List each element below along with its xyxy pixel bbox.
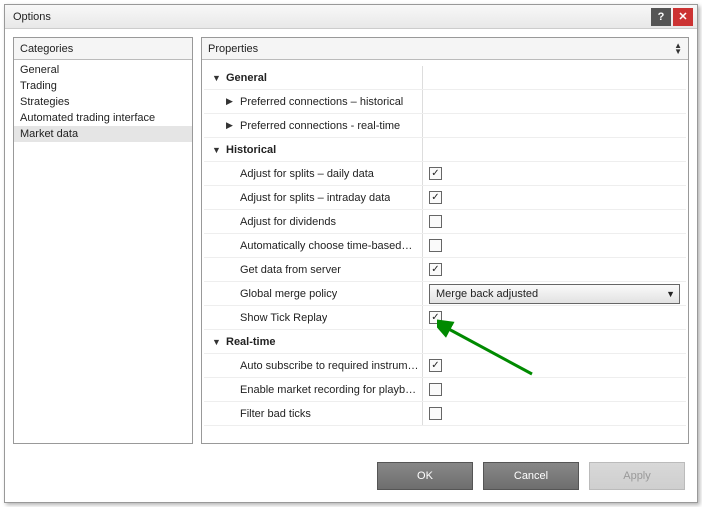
expand-icon: ▼ [212,337,226,347]
dropdown[interactable]: Merge back adjusted ▼ [429,284,680,304]
dialog-title: Options [13,11,649,23]
properties-list: ▼General▶Preferred connections – histori… [202,60,688,443]
dropdown-value: Merge back adjusted [436,288,538,300]
property-label: Adjust for dividends [240,216,336,228]
checkbox[interactable]: ✓ [429,263,442,276]
expand-icon: ▼ [212,145,226,155]
titlebar: Options ? ✕ [5,5,697,29]
property-subgroup: ▶Preferred connections – historical [204,90,686,114]
chevron-down-icon: ▼ [666,289,675,299]
property-label: Get data from server [240,264,341,276]
checkbox[interactable]: ✓ [429,167,442,180]
property-row: Show Tick Replay ✓ [204,306,686,330]
property-row: Auto subscribe to required instrum… ✓ [204,354,686,378]
property-row: Adjust for splits – daily data ✓ [204,162,686,186]
property-row: Get data from server ✓ [204,258,686,282]
property-label: Adjust for splits – daily data [240,168,374,180]
properties-header: Properties ▲ ▼ [202,38,688,60]
property-subgroup: ▶Preferred connections - real-time [204,114,686,138]
property-row: Filter bad ticks [204,402,686,426]
property-row: Automatically choose time-based… [204,234,686,258]
property-label: Show Tick Replay [240,312,327,324]
group-label: Historical [226,144,276,156]
property-row: Global merge policy Merge back adjusted ▼ [204,282,686,306]
expand-icon: ▼ [212,73,226,83]
category-item[interactable]: Trading [14,78,192,94]
categories-list: GeneralTradingStrategiesAutomated tradin… [14,60,192,443]
cancel-button[interactable]: Cancel [483,462,579,490]
ok-button[interactable]: OK [377,462,473,490]
checkbox[interactable]: ✓ [429,359,442,372]
property-row: Enable market recording for playb… [204,378,686,402]
group-label: Real-time [226,336,276,348]
spinner-down-icon[interactable]: ▼ [674,49,682,55]
dialog-footer: OK Cancel Apply [5,452,697,502]
checkbox[interactable] [429,407,442,420]
category-item[interactable]: Market data [14,126,192,142]
category-item[interactable]: Strategies [14,94,192,110]
property-group-header[interactable]: ▼General [204,66,686,90]
property-label: Adjust for splits – intraday data [240,192,390,204]
property-label: Global merge policy [240,288,337,300]
property-group-header[interactable]: ▼Real-time [204,330,686,354]
expand-icon[interactable]: ▶ [226,120,240,131]
categories-header: Categories [14,38,192,60]
close-button[interactable]: ✕ [673,8,693,26]
expand-icon[interactable]: ▶ [226,96,240,107]
checkbox[interactable]: ✓ [429,191,442,204]
category-item[interactable]: Automated trading interface [14,110,192,126]
property-row: Adjust for splits – intraday data ✓ [204,186,686,210]
checkbox[interactable] [429,239,442,252]
properties-panel: Properties ▲ ▼ ▼General▶Preferred connec… [201,37,689,444]
help-button[interactable]: ? [651,8,671,26]
category-item[interactable]: General [14,62,192,78]
properties-header-label: Properties [208,43,258,55]
property-row: Adjust for dividends [204,210,686,234]
options-dialog: Options ? ✕ Categories GeneralTradingStr… [4,4,698,503]
apply-button: Apply [589,462,685,490]
checkbox[interactable] [429,215,442,228]
property-label: Auto subscribe to required instrum… [240,360,419,372]
property-label: Automatically choose time-based… [240,240,412,252]
property-label: Preferred connections – historical [240,96,403,108]
checkbox[interactable] [429,383,442,396]
property-label: Preferred connections - real-time [240,120,400,132]
property-group-header[interactable]: ▼Historical [204,138,686,162]
group-label: General [226,72,267,84]
property-label: Enable market recording for playb… [240,384,416,396]
dialog-body: Categories GeneralTradingStrategiesAutom… [5,29,697,452]
properties-scroll-spinner[interactable]: ▲ ▼ [674,43,682,55]
categories-panel: Categories GeneralTradingStrategiesAutom… [13,37,193,444]
property-label: Filter bad ticks [240,408,311,420]
categories-header-label: Categories [20,43,73,55]
checkbox[interactable]: ✓ [429,311,442,324]
